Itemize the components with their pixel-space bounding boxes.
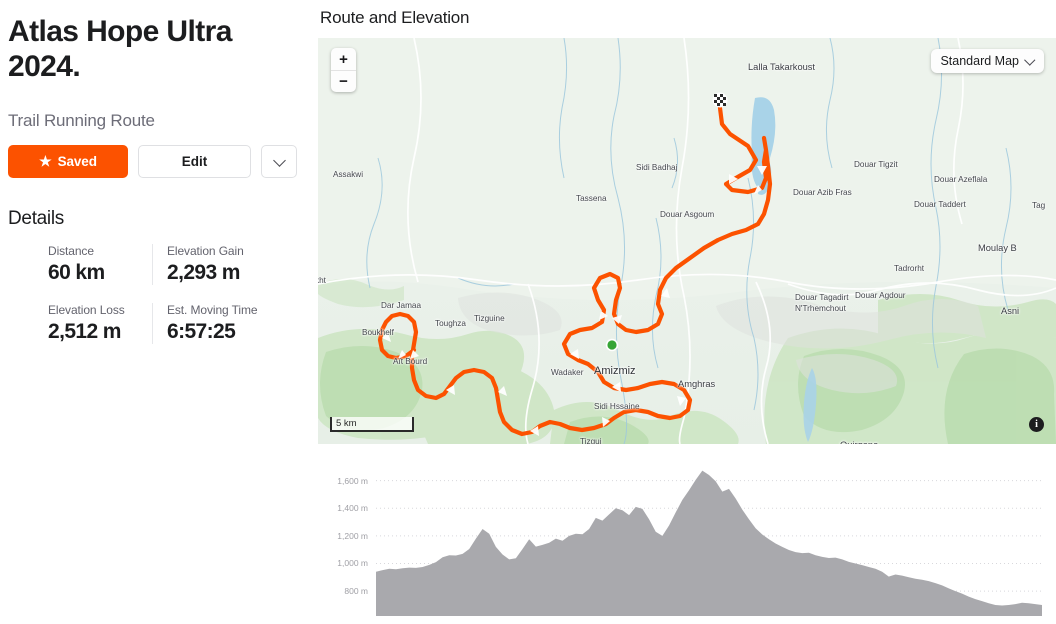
route-map[interactable]: Lalla Takarkoust Sidi Badhaj Tassena Assakw… [318,38,1056,444]
map-type-label: Standard Map [940,54,1019,68]
chart-y-tick-label: 1,600 m [337,475,368,486]
more-options-button[interactable] [261,144,297,178]
stat-value: 2,293 m [167,260,240,284]
elevation-chart[interactable]: 800 m1,000 m1,200 m1,400 m1,600 m 0.0 km… [318,456,1056,624]
map-info-button[interactable]: i [1029,417,1044,432]
zoom-out-button[interactable]: − [331,70,356,92]
chevron-down-icon [1026,57,1035,66]
stat-elevation-loss: Elevation Loss 2,512 m [48,303,152,344]
map-scale-bar: 5 km [330,417,414,432]
chart-y-tick-label: 1,400 m [337,503,368,514]
stat-moving-time: Est. Moving Time 6:57:25 [152,302,302,344]
stat-value: 60 km [48,260,105,284]
zoom-in-button[interactable]: + [331,48,356,70]
sidebar: Atlas Hope Ultra 2024. Trail Running Rou… [0,0,318,624]
stat-label: Est. Moving Time [167,302,258,317]
chevron-down-icon [274,156,285,167]
map-canvas [318,38,1056,444]
stats-grid: Distance 60 km Elevation Gain 2,293 m El… [8,243,306,344]
stat-label: Distance [48,243,94,258]
stats-row: Distance 60 km Elevation Gain 2,293 m [48,243,306,285]
action-row: ★ Saved Edit [8,144,306,178]
start-marker [605,338,619,352]
stat-label: Elevation Loss [48,302,125,317]
route-subtitle: Trail Running Route [8,110,155,130]
elevation-area [376,470,1042,616]
stat-value: 2,512 m [48,319,121,343]
map-zoom-controls: + − [331,48,356,92]
stats-row: Elevation Loss 2,512 m Est. Moving Time … [48,302,306,344]
info-icon: i [1035,419,1038,430]
chart-y-tick-label: 1,000 m [337,558,368,569]
main-pane: Route and Elevation Lalla Takarkoust Sid… [318,0,1056,624]
saved-button[interactable]: ★ Saved [8,144,128,178]
elevation-chart-svg [376,470,1042,616]
details-heading: Details [8,207,64,229]
stat-value: 6:57:25 [167,319,236,343]
stat-label: Elevation Gain [167,243,244,258]
finish-flag-marker [712,92,728,108]
star-icon: ★ [39,153,52,170]
page-title: Atlas Hope Ultra 2024. [8,15,232,84]
chart-y-tick-label: 1,200 m [337,530,368,541]
stat-distance: Distance 60 km [48,244,152,285]
saved-button-label: Saved [57,153,97,169]
pane-title: Route and Elevation [320,8,470,27]
stat-elevation-gain: Elevation Gain 2,293 m [152,243,302,285]
route-detail-page: Atlas Hope Ultra 2024. Trail Running Rou… [0,0,1056,624]
edit-button-label: Edit [181,153,208,169]
edit-button[interactable]: Edit [138,144,251,178]
map-type-selector[interactable]: Standard Map [931,49,1044,73]
chart-y-tick-label: 800 m [344,586,368,597]
map-scale-label: 5 km [336,418,357,429]
